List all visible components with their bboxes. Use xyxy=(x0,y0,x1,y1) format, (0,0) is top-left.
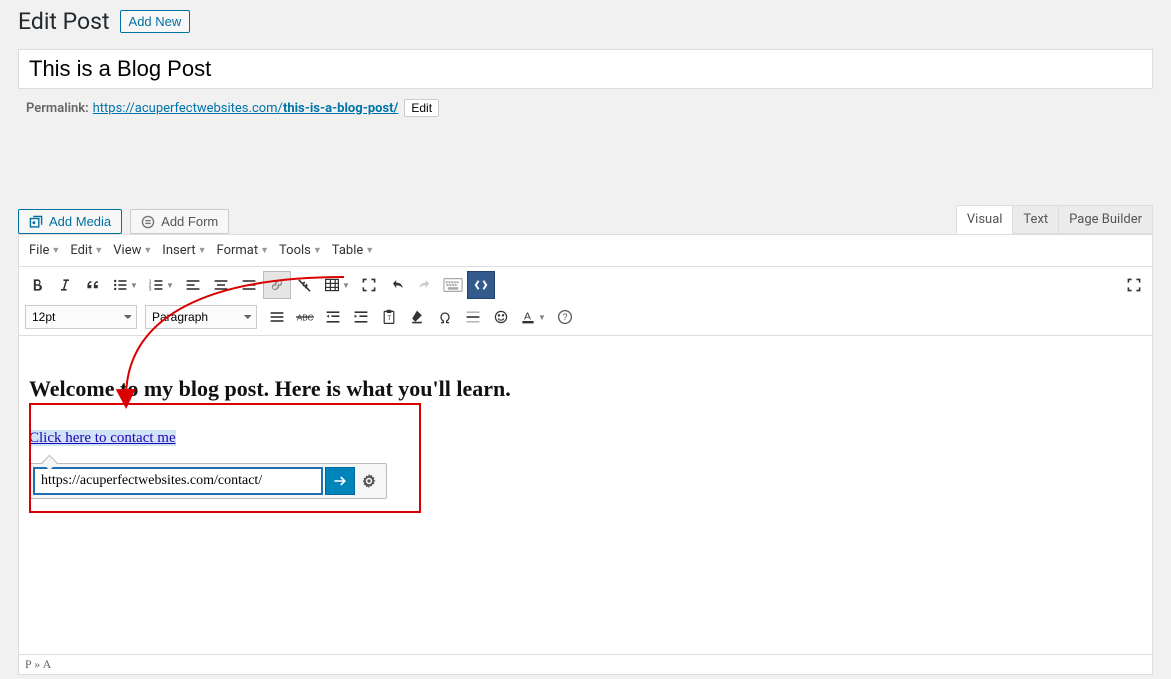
numbered-list-button[interactable]: 123▼ xyxy=(143,271,179,299)
media-icon xyxy=(29,215,43,229)
italic-button[interactable] xyxy=(51,271,79,299)
link-settings-button[interactable] xyxy=(355,467,383,495)
add-form-label: Add Form xyxy=(161,214,218,229)
strikethrough-button[interactable]: ABC xyxy=(291,303,319,331)
link-url-input[interactable] xyxy=(33,467,323,495)
bold-button[interactable] xyxy=(23,271,51,299)
special-char-button[interactable] xyxy=(431,303,459,331)
page-title: Edit Post xyxy=(18,8,110,35)
editor-content[interactable]: Welcome to my blog post. Here is what yo… xyxy=(18,335,1153,655)
permalink-slug: this-is-a-blog-post/ xyxy=(283,101,398,116)
table-button[interactable]: ▼ xyxy=(319,271,355,299)
blockquote-button[interactable] xyxy=(79,271,107,299)
post-title-input[interactable] xyxy=(18,49,1153,89)
status-path: P » A xyxy=(18,655,1153,675)
menu-view[interactable]: View▼ xyxy=(109,239,156,262)
add-media-label: Add Media xyxy=(49,214,111,229)
tab-page-builder[interactable]: Page Builder xyxy=(1058,205,1153,234)
undo-button[interactable] xyxy=(383,271,411,299)
menu-insert[interactable]: Insert▼ xyxy=(158,239,210,262)
remove-link-button[interactable] xyxy=(291,271,319,299)
tab-visual[interactable]: Visual xyxy=(956,205,1014,234)
keyboard-icon[interactable] xyxy=(439,271,467,299)
link-popover xyxy=(29,463,387,499)
menu-file[interactable]: File▼ xyxy=(25,239,64,262)
shortcode-button[interactable] xyxy=(467,271,495,299)
align-left-button[interactable] xyxy=(179,271,207,299)
emoji-button[interactable] xyxy=(487,303,515,331)
svg-text:T: T xyxy=(387,314,391,322)
apply-link-button[interactable] xyxy=(325,467,355,495)
menubar: File▼ Edit▼ View▼ Insert▼ Format▼ Tools▼… xyxy=(18,234,1153,266)
add-media-button[interactable]: Add Media xyxy=(18,209,122,234)
permalink-label: Permalink: xyxy=(26,101,89,116)
form-icon xyxy=(141,215,155,229)
paste-text-button[interactable]: T xyxy=(375,303,403,331)
redo-button[interactable] xyxy=(411,271,439,299)
svg-text:?: ? xyxy=(563,312,568,322)
menu-edit[interactable]: Edit▼ xyxy=(66,239,107,262)
content-link[interactable]: Click here to contact me xyxy=(29,430,176,446)
outdent-button[interactable] xyxy=(319,303,347,331)
permalink-base: https://acuperfectwebsites.com/ xyxy=(93,101,283,116)
insert-link-button[interactable] xyxy=(263,271,291,299)
bullet-list-button[interactable]: ▼ xyxy=(107,271,143,299)
clear-formatting-button[interactable] xyxy=(403,303,431,331)
align-justify-button[interactable] xyxy=(263,303,291,331)
menu-table[interactable]: Table▼ xyxy=(328,239,378,262)
text-color-button[interactable]: A▼ xyxy=(515,303,551,331)
svg-text:3: 3 xyxy=(149,287,152,293)
menu-format[interactable]: Format▼ xyxy=(213,239,274,262)
font-size-select[interactable]: 12pt xyxy=(25,305,137,329)
add-new-button[interactable]: Add New xyxy=(120,10,191,33)
permalink-row: Permalink: https://acuperfectwebsites.co… xyxy=(26,99,1149,117)
svg-text:A: A xyxy=(524,311,531,322)
paragraph-select[interactable]: Paragraph xyxy=(145,305,257,329)
help-button[interactable]: ? xyxy=(551,303,579,331)
menu-tools[interactable]: Tools▼ xyxy=(275,239,326,262)
permalink-link[interactable]: https://acuperfectwebsites.com/this-is-a… xyxy=(93,101,399,116)
hr-button[interactable] xyxy=(459,303,487,331)
distraction-free-button[interactable] xyxy=(1120,271,1148,299)
add-form-button[interactable]: Add Form xyxy=(130,209,229,234)
align-center-button[interactable] xyxy=(207,271,235,299)
indent-button[interactable] xyxy=(347,303,375,331)
svg-text:ABC: ABC xyxy=(297,314,314,323)
align-right-button[interactable] xyxy=(235,271,263,299)
edit-permalink-button[interactable]: Edit xyxy=(404,99,439,117)
tab-text[interactable]: Text xyxy=(1012,205,1059,234)
fullscreen-button[interactable] xyxy=(355,271,383,299)
content-heading: Welcome to my blog post. Here is what yo… xyxy=(29,376,1142,402)
